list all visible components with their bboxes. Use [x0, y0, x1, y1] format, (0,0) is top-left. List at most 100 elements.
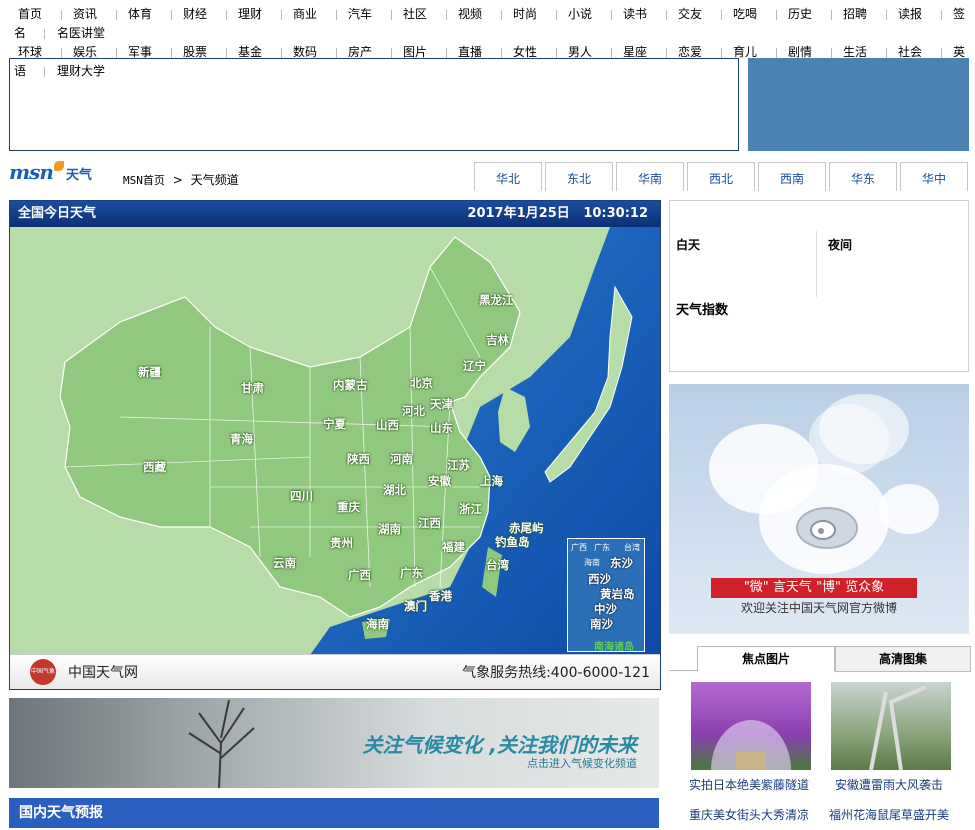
nav-row1-item[interactable]: 时尚	[513, 5, 537, 23]
province-label[interactable]: 西藏	[143, 459, 166, 475]
photo-thumbnail[interactable]	[691, 682, 811, 770]
province-label[interactable]: 钓鱼岛	[495, 534, 530, 550]
photo-thumbnail[interactable]	[831, 682, 951, 770]
region-tab[interactable]: 西南	[758, 162, 826, 191]
province-label[interactable]: 江西	[418, 515, 441, 531]
province-label[interactable]: 河北	[402, 403, 425, 419]
province-label[interactable]: 海南	[366, 616, 389, 632]
province-label[interactable]: 四川	[290, 488, 313, 504]
province-label[interactable]: 澳门	[404, 598, 427, 614]
map-footer: 中国气象 中国天气网 气象服务热线:400-6000-121	[10, 654, 660, 689]
province-label[interactable]: 湖南	[378, 521, 401, 537]
province-label[interactable]: 河南	[390, 451, 413, 467]
nav-row1-item[interactable]: 商业	[293, 5, 317, 23]
weibo-promo[interactable]: "微" 言天气 "博" 览众象 欢迎关注中国天气网官方微博	[669, 384, 969, 634]
nav-row1-item[interactable]: 交友	[678, 5, 702, 23]
province-label[interactable]: 香港	[429, 588, 452, 604]
top-ad-box[interactable]	[9, 58, 739, 151]
msn-weather-logo[interactable]: msn 天气	[9, 160, 92, 186]
nav-row1-item[interactable]: 读书	[623, 5, 647, 23]
speech-bubble	[819, 394, 909, 464]
nav-row1-item[interactable]: 财经	[183, 5, 207, 23]
nav-item-licai-daxue[interactable]: 理财大学	[57, 62, 105, 80]
province-label[interactable]: 广东	[400, 565, 423, 581]
nav-row1-item[interactable]: 资讯	[73, 5, 97, 23]
inset-small-label: 海南	[584, 558, 600, 567]
inset-label: 东沙	[610, 556, 633, 570]
region-tab[interactable]: 东北	[545, 162, 613, 191]
province-label[interactable]: 内蒙古	[333, 377, 368, 393]
province-label[interactable]: 安徽	[428, 473, 451, 489]
nav-row1-item[interactable]: 读报	[898, 5, 922, 23]
province-label[interactable]: 甘肃	[241, 380, 264, 396]
province-label[interactable]: 辽宁	[463, 358, 486, 374]
province-label[interactable]: 台湾	[486, 557, 509, 573]
nav-row1-item[interactable]: 小说	[568, 5, 592, 23]
province-label[interactable]: 江苏	[447, 457, 470, 473]
nav-sep	[116, 10, 117, 20]
region-tab[interactable]: 华北	[474, 162, 542, 191]
top-right-ad[interactable]	[748, 58, 969, 151]
province-label[interactable]: 山西	[376, 417, 399, 433]
footer-site-name[interactable]: 中国天气网	[68, 662, 138, 682]
province-label[interactable]: 贵州	[330, 535, 353, 551]
map-datetime: 2017年1月25日 10:30:12	[467, 201, 648, 227]
china-map[interactable]	[10, 227, 660, 655]
region-tab[interactable]: 华南	[616, 162, 684, 191]
province-label[interactable]: 天津	[430, 396, 453, 412]
photo-caption[interactable]: 重庆美女街头大秀清凉	[689, 806, 809, 823]
province-label[interactable]: 云南	[273, 555, 296, 571]
photo-caption[interactable]: 安徽遭雷雨大风袭击	[835, 776, 943, 793]
province-label[interactable]: 福建	[442, 539, 465, 555]
nav-item-mingyi[interactable]: 名医讲堂	[57, 24, 105, 42]
nav-row1-item[interactable]: 理财	[238, 5, 262, 23]
province-label[interactable]: 吉林	[486, 332, 509, 348]
nav-sep	[666, 48, 667, 58]
nav-row1-item[interactable]: 历史	[788, 5, 812, 23]
inset-small-label: 广西	[571, 543, 587, 552]
map-header: 全国今日天气 2017年1月25日 10:30:12	[10, 201, 660, 227]
province-label[interactable]: 陕西	[347, 451, 370, 467]
nav-sep	[721, 48, 722, 58]
province-label[interactable]: 浙江	[459, 501, 482, 517]
photo-caption[interactable]: 福州花海鼠尾草盛开美	[829, 806, 949, 823]
nav-sep	[281, 10, 282, 20]
inset-label: 黄岩岛	[600, 587, 635, 601]
photo-caption[interactable]: 实拍日本绝美紫藤隧道	[689, 776, 809, 793]
nav-sep	[226, 10, 227, 20]
province-label[interactable]: 新疆	[138, 364, 161, 380]
province-label[interactable]: 黑龙江	[479, 292, 514, 308]
nav-sep	[171, 48, 172, 58]
nav-row1-item[interactable]: 汽车	[348, 5, 372, 23]
nav-row1-item[interactable]: 吃喝	[733, 5, 757, 23]
nav-sep	[611, 10, 612, 20]
logo-brand: msn	[9, 160, 54, 184]
province-label[interactable]: 青海	[230, 431, 253, 447]
nav-row1-item[interactable]: 签	[953, 5, 965, 23]
banner-sub-link[interactable]: 点击进入气候变化频道	[527, 755, 637, 771]
nav-sep	[776, 48, 777, 58]
province-label[interactable]: 上海	[480, 473, 503, 489]
nav-row1-item[interactable]: 招聘	[843, 5, 867, 23]
province-label[interactable]: 湖北	[383, 482, 406, 498]
province-label[interactable]: 宁夏	[323, 416, 346, 432]
province-label[interactable]: 山东	[430, 420, 453, 436]
nav-row1-item[interactable]: 视频	[458, 5, 482, 23]
climate-change-banner[interactable]: 关注气候变化 ,关注我们的未来 点击进入气候变化频道	[9, 698, 659, 788]
region-tab[interactable]: 华中	[900, 162, 968, 191]
weibo-logo-icon	[796, 507, 858, 549]
province-label[interactable]: 北京	[410, 375, 433, 391]
tab-hd-gallery[interactable]: 高清图集	[835, 646, 971, 672]
breadcrumb-home-link[interactable]: MSN首页	[123, 174, 165, 187]
region-tab[interactable]: 西北	[687, 162, 755, 191]
nav-wrap-fragment: 名	[14, 26, 27, 40]
tab-focus-photos[interactable]: 焦点图片	[697, 646, 835, 672]
region-tab[interactable]: 华东	[829, 162, 897, 191]
nav-row1-item[interactable]: 首页	[18, 5, 42, 23]
nav-row1-item[interactable]: 体育	[128, 5, 152, 23]
nav-row1-item[interactable]: 社区	[403, 5, 427, 23]
map-date: 2017年1月25日	[467, 206, 570, 221]
section-title-bar: 国内天气预报	[9, 798, 659, 828]
province-label[interactable]: 重庆	[337, 499, 360, 515]
province-label[interactable]: 广西	[348, 567, 371, 583]
